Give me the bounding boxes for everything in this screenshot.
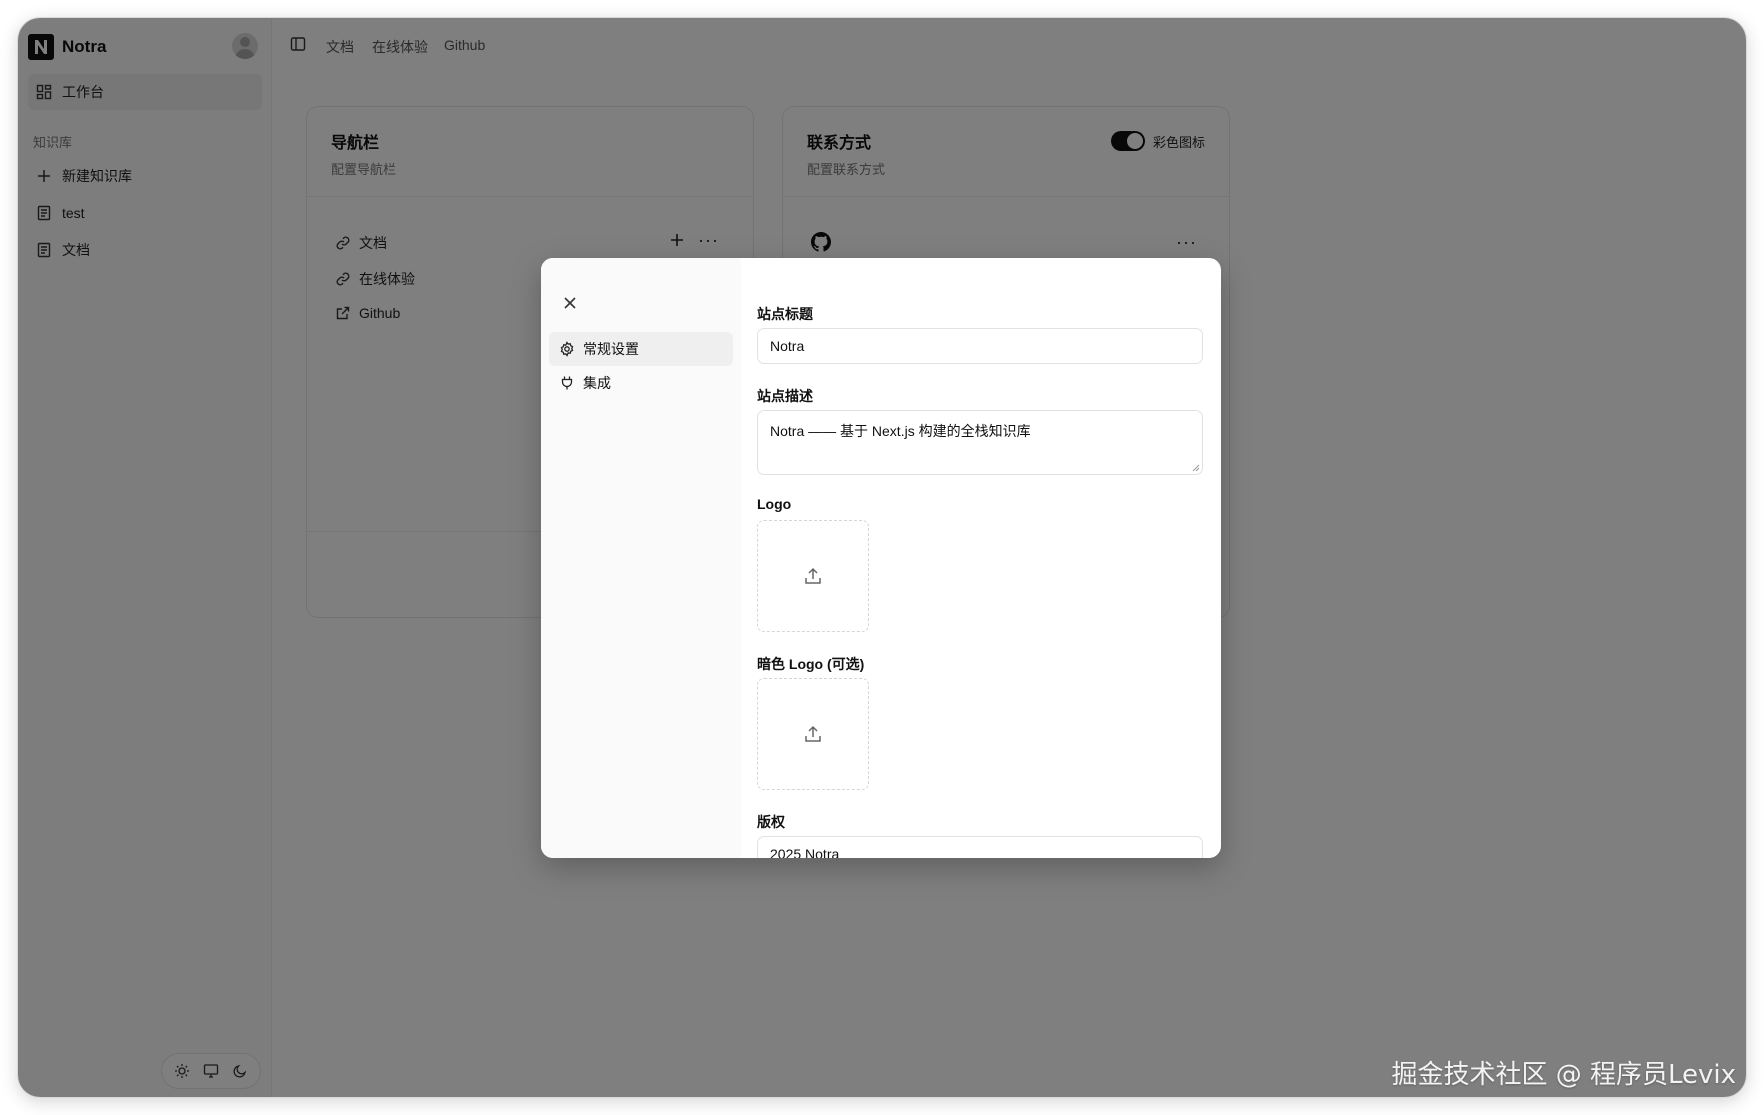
modal-nav-general[interactable]: 常规设置 [549, 332, 733, 366]
plug-icon [561, 376, 573, 390]
settings-modal: 常规设置 集成 站点标题 Notra 站点描述 Notra —— 基于 Next… [541, 258, 1221, 858]
modal-sidebar: 常规设置 集成 [541, 258, 741, 858]
modal-nav-label: 常规设置 [583, 341, 639, 357]
upload-icon [805, 725, 821, 742]
site-desc-label: 站点描述 [757, 388, 813, 404]
resize-handle-icon[interactable] [1192, 464, 1200, 472]
close-button[interactable] [559, 292, 581, 314]
site-title-input[interactable]: Notra [757, 328, 1203, 364]
close-icon [564, 297, 576, 309]
dark-logo-upload[interactable] [757, 678, 869, 790]
site-title-label: 站点标题 [757, 306, 813, 322]
modal-nav-label: 集成 [583, 375, 611, 391]
modal-nav-integrations[interactable]: 集成 [549, 366, 733, 400]
upload-icon [805, 567, 821, 584]
site-desc-textarea[interactable]: Notra —— 基于 Next.js 构建的全栈知识库 [757, 410, 1203, 475]
watermark: 掘金技术社区 @ 程序员Levix [1391, 1060, 1736, 1090]
copyright-input[interactable]: 2025 Notra [757, 836, 1203, 858]
dark-logo-label: 暗色 Logo (可选) [757, 656, 865, 672]
modal-content: 站点标题 Notra 站点描述 Notra —— 基于 Next.js 构建的全… [757, 258, 1205, 858]
logo-upload[interactable] [757, 520, 869, 632]
site-desc-value: Notra —— 基于 Next.js 构建的全栈知识库 [770, 423, 1031, 439]
gear-icon [560, 341, 574, 357]
copyright-label: 版权 [757, 814, 785, 830]
app-window: Notra 工作台 知识库 新建知识库 test 文档 文档 在线体验 [18, 18, 1746, 1097]
logo-label: Logo [757, 496, 792, 512]
